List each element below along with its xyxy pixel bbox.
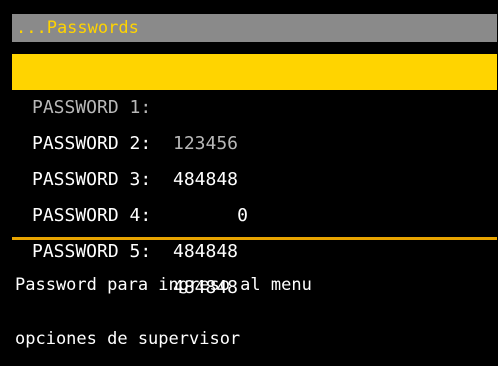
help-text-line-2: opciones de supervisor <box>15 329 241 349</box>
password-2-row[interactable]: PASSWORD 2: 484848 <box>12 90 497 190</box>
password-5-row[interactable]: PASSWORD 5: 484848 <box>12 198 497 298</box>
password-1-row[interactable]: PASSWORD 1: 123456 <box>12 54 497 154</box>
password-list: PASSWORD 1: 123456 PASSWORD 2: 484848 PA… <box>12 54 497 298</box>
screen-title: ...Passwords <box>12 14 497 42</box>
help-text: Password para ingreso al menu opciones d… <box>12 240 497 366</box>
password-4-row[interactable]: PASSWORD 4: 484848 <box>12 162 497 262</box>
password-3-row[interactable]: PASSWORD 3: 0 <box>12 126 497 226</box>
help-text-line-1: Password para ingreso al menu <box>15 275 312 295</box>
